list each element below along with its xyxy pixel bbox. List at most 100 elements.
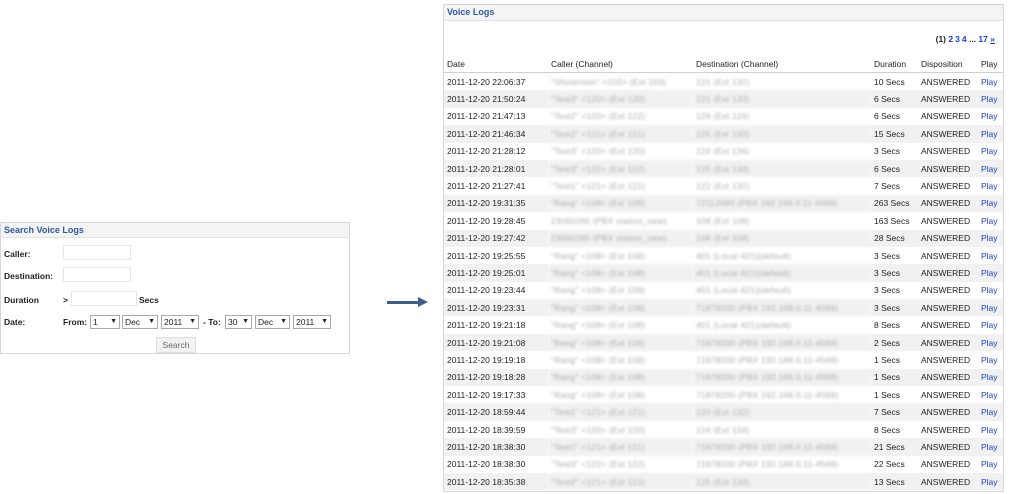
play-link[interactable]: Play: [978, 247, 1003, 264]
play-link[interactable]: Play: [978, 229, 1003, 247]
caller-label: Caller:: [4, 249, 31, 259]
cell-date: 2011-12-20 21:28:01: [444, 159, 548, 178]
caller-input[interactable]: [63, 245, 131, 260]
cell-destination: 120 (Ext 132): [693, 403, 871, 421]
to-month-select[interactable]: Dec ▼: [255, 315, 290, 329]
column-header-date[interactable]: Date: [444, 56, 548, 73]
play-link[interactable]: Play: [978, 282, 1003, 299]
table-row: 2011-12-20 18:38:30 "Test1" <121> (Ext 12…: [444, 438, 1003, 456]
cell-duration: 3 Secs: [874, 146, 900, 157]
play-link[interactable]: Play: [978, 386, 1003, 403]
table-row: 2011-12-20 19:25:55 "Rang" <108> (Ext 108…: [444, 247, 1003, 264]
cell-date: 2011-12-20 21:27:41: [447, 181, 526, 192]
table-row: 2011-12-20 19:21:18 "Rang" <108> (Ext 108…: [444, 316, 1003, 333]
column-header-duration[interactable]: Duration: [871, 56, 918, 73]
to-year-select[interactable]: 2011 ▼: [293, 315, 331, 329]
voice-logs-title: Voice Logs: [444, 5, 1003, 21]
cell-date: 2011-12-20 19:23:31: [444, 299, 548, 317]
play-link[interactable]: Play: [978, 73, 1003, 91]
cell-date: 2011-12-20 19:25:55: [447, 250, 526, 261]
cell-caller: "Rang" <108> (Ext 108): [551, 250, 646, 261]
search-button[interactable]: Search: [156, 337, 196, 353]
table-row: 2011-12-20 19:21:08 "Rang" <108> (Ext 108…: [444, 333, 1003, 352]
cell-date: 2011-12-20 21:47:13: [447, 111, 526, 122]
cell-caller: "Rang" <108> (Ext 108): [551, 354, 646, 365]
cell-duration: 7 Secs: [874, 181, 900, 192]
cell-destination: 108 (Ext 108): [693, 229, 871, 247]
cell-disposition: ANSWERED: [918, 229, 978, 247]
table-row: 2011-12-20 19:28:45 23060265 (PBX station…: [444, 212, 1003, 229]
from-month-select[interactable]: Dec ▼: [122, 315, 158, 329]
cell-disposition: ANSWERED: [921, 389, 971, 400]
cell-date: 2011-12-20 19:28:45: [447, 215, 526, 226]
cell-date: 2011-12-20 19:27:42: [444, 229, 548, 247]
column-header-play: Play: [978, 56, 1003, 73]
cell-date: 2011-12-20 19:18:28: [444, 368, 548, 387]
cell-destination: 121 (Ext 133): [693, 90, 871, 108]
play-link[interactable]: Play: [978, 316, 1003, 333]
table-row: 2011-12-20 18:39:59 "Test3" <120> (Ext 12…: [444, 421, 1003, 438]
page-link-4[interactable]: 4: [962, 34, 967, 44]
play-link[interactable]: Play: [978, 421, 1003, 438]
play-link[interactable]: Play: [978, 438, 1003, 456]
play-link[interactable]: Play: [978, 333, 1003, 352]
cell-destination: 71878200 (PBX 192.168.0.11-4569): [696, 459, 839, 470]
cell-caller: "Test2" <120> (Ext 122): [551, 111, 646, 122]
cell-disposition: ANSWERED: [918, 368, 978, 387]
next-page-link[interactable]: »: [990, 34, 995, 44]
play-link[interactable]: Play: [978, 368, 1003, 387]
from-year-select[interactable]: 2011 ▼: [161, 315, 199, 329]
cell-date: 2011-12-20 19:25:01: [444, 264, 548, 282]
play-link[interactable]: Play: [978, 125, 1003, 143]
column-header-disposition[interactable]: Disposition: [918, 56, 978, 73]
page-link-3[interactable]: 3: [955, 34, 960, 44]
cell-disposition: ANSWERED: [918, 438, 978, 456]
play-link[interactable]: Play: [978, 351, 1003, 368]
play-link[interactable]: Play: [978, 143, 1003, 160]
cell-duration: 21 Secs: [871, 438, 918, 456]
cell-duration: 28 Secs: [871, 229, 918, 247]
to-year-value: 2011: [296, 317, 315, 327]
play-link[interactable]: Play: [978, 159, 1003, 178]
table-row: 2011-12-20 21:46:34 "Test2" <121> (Ext 12…: [444, 125, 1003, 143]
play-link[interactable]: Play: [978, 108, 1003, 125]
cell-duration: 2 Secs: [871, 333, 918, 352]
play-link[interactable]: Play: [978, 472, 1003, 491]
play-link[interactable]: Play: [978, 212, 1003, 229]
table-row: 2011-12-20 19:18:28 "Rang" <108> (Ext 108…: [444, 368, 1003, 387]
play-link[interactable]: Play: [978, 456, 1003, 473]
page-link-2[interactable]: 2: [948, 34, 953, 44]
play-link[interactable]: Play: [978, 194, 1003, 213]
cell-destination: 126 (Ext 124): [696, 111, 750, 122]
play-link[interactable]: Play: [978, 90, 1003, 108]
cell-date: 2011-12-20 19:17:33: [447, 389, 526, 400]
table-row: 2011-12-20 21:27:41 "Test1" <121> (Ext 12…: [444, 177, 1003, 194]
column-header-destination[interactable]: Destination (Channel): [693, 56, 871, 73]
cell-date: 2011-12-20 19:21:18: [447, 320, 526, 331]
cell-destination: 124 (Ext 134): [696, 146, 750, 157]
cell-disposition: ANSWERED: [921, 459, 971, 470]
cell-caller: "Test1" <121> (Ext 121): [551, 181, 646, 192]
page-link-last[interactable]: 17: [978, 34, 987, 44]
cell-date: 2011-12-20 19:19:18: [447, 354, 526, 365]
play-link[interactable]: Play: [978, 403, 1003, 421]
cell-date: 2011-12-20 18:59:44: [444, 403, 548, 421]
cell-date: 2011-12-20 19:23:44: [447, 285, 526, 296]
play-link[interactable]: Play: [978, 299, 1003, 317]
duration-operator: >: [63, 295, 68, 305]
from-day-select[interactable]: 1 ▼: [90, 315, 120, 329]
table-row: 2011-12-20 18:35:38 "Test2" <121> (Ext 12…: [444, 472, 1003, 491]
destination-input[interactable]: [63, 267, 131, 282]
cell-disposition: ANSWERED: [921, 354, 971, 365]
to-day-select[interactable]: 30 ▼: [225, 315, 252, 329]
chevron-down-icon: ▼: [189, 318, 196, 325]
chevron-down-icon: ▼: [280, 318, 287, 325]
cell-destination: 125 (Ext 133): [693, 472, 871, 491]
chevron-down-icon: ▼: [110, 318, 117, 325]
duration-input[interactable]: [71, 291, 137, 306]
table-row: 2011-12-20 22:06:37 "Showroom" <103> (Ext…: [444, 73, 1003, 91]
cell-duration: 13 Secs: [871, 472, 918, 491]
play-link[interactable]: Play: [978, 177, 1003, 194]
play-link[interactable]: Play: [978, 264, 1003, 282]
column-header-caller[interactable]: Caller (Channel): [548, 56, 693, 73]
